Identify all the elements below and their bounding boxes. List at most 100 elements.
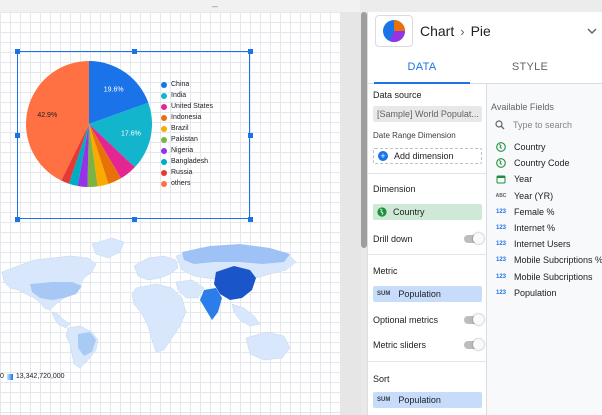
legend-item[interactable]: Bangladesh (161, 156, 213, 167)
dimension-value: Country (393, 207, 425, 217)
legend-item[interactable]: Indonesia (161, 112, 213, 123)
resize-handle[interactable] (131, 49, 137, 54)
europe-shape (133, 255, 179, 281)
metric-label: Metric (373, 266, 398, 276)
metric-sliders-row: Metric sliders (373, 338, 484, 352)
geo-map[interactable] (0, 228, 300, 370)
globe-icon (495, 142, 507, 152)
field-search[interactable]: Type to search (495, 120, 572, 130)
dimension-chip[interactable]: Country (373, 204, 482, 220)
resize-handle[interactable] (131, 217, 137, 222)
divider (368, 173, 486, 174)
legend-label: Russia (171, 169, 193, 176)
legend-item[interactable]: India (161, 90, 213, 101)
legend-item[interactable]: Russia (161, 167, 213, 178)
drill-down-label: Drill down (373, 234, 413, 244)
field-internet-users[interactable]: 123 Internet Users (495, 239, 571, 249)
breadcrumb-parent[interactable]: Chart (420, 23, 454, 39)
field-year-yr[interactable]: ABC Year (YR) (495, 191, 554, 201)
setup-column: Data source [Sample] World Populat... Da… (368, 84, 486, 415)
canvas-margin (340, 12, 362, 415)
number-type-icon: 123 (495, 225, 506, 231)
chevron-down-icon[interactable] (587, 26, 597, 36)
number-type-icon: 123 (495, 273, 506, 280)
field-internet[interactable]: 123 Internet % (495, 223, 555, 233)
field-country[interactable]: Country (495, 142, 546, 152)
resize-handle[interactable] (248, 133, 253, 138)
resize-handle[interactable] (15, 49, 20, 54)
number-type-icon: 123 (495, 208, 506, 215)
resize-handle[interactable] (248, 217, 253, 222)
toolbar-fragment-icon: _ (212, 0, 218, 8)
field-mobile-subcriptions[interactable]: 123 Mobile Subcriptions % (495, 255, 602, 265)
greenland-shape (91, 237, 125, 259)
sum-tag: SUM (377, 397, 391, 403)
data-source-value: [Sample] World Populat... (377, 109, 479, 119)
field-name: Country Code (514, 158, 570, 169)
field-mobile-subcriptions[interactable]: 123 Mobile Subcriptions (495, 272, 593, 282)
sort-chip[interactable]: SUM Population (373, 392, 482, 408)
chart-type-picker[interactable] (375, 15, 413, 47)
pie-data-label: 19.6% (104, 86, 124, 93)
legend-item[interactable]: China (161, 79, 213, 90)
data-source-label: Data source (373, 90, 422, 100)
chevron-right-icon: › (460, 23, 465, 39)
southeast-asia-shape (231, 303, 261, 327)
africa-shape (131, 283, 187, 353)
legend-label: Pakistan (171, 136, 198, 143)
number-type-icon: 123 (495, 241, 506, 248)
pie-chart-selection[interactable]: 19.6% 17.6% 42.9% China India United States I… (17, 51, 250, 219)
toolbar-fragment-icon: ˘ (172, 0, 176, 8)
optional-metrics-toggle[interactable] (464, 314, 484, 325)
sort-value: Population (398, 395, 441, 405)
metric-chip[interactable]: SUM Population (373, 286, 482, 302)
field-name: Year (514, 174, 533, 185)
add-dimension-button[interactable]: + Add dimension (373, 148, 482, 164)
pie-chart-icon (383, 20, 406, 43)
pie-chart[interactable]: 19.6% 17.6% 42.9% (18, 52, 251, 220)
tab-data[interactable]: DATA (368, 56, 476, 84)
legend-label: Brazil (171, 125, 189, 132)
text-type-icon: ABC (495, 192, 507, 199)
field-country-code[interactable]: Country Code (495, 158, 570, 168)
legend-label: Indonesia (171, 114, 202, 121)
legend-item[interactable]: Pakistan (161, 134, 213, 145)
china-shape (214, 266, 256, 300)
legend-label: China (171, 81, 190, 88)
legend-label: others (171, 180, 191, 187)
australia-shape (245, 331, 291, 361)
data-source-chip[interactable]: [Sample] World Populat... (373, 106, 482, 122)
date-range-label: Date Range Dimension (373, 131, 456, 140)
search-icon (495, 120, 505, 130)
india-shape (200, 288, 222, 320)
field-population[interactable]: 123 Population (495, 288, 557, 298)
legend-item[interactable]: others (161, 178, 213, 189)
legend-item[interactable]: Brazil (161, 123, 213, 134)
field-name: Mobile Subcriptions (514, 271, 593, 282)
legend-item[interactable]: United States (161, 101, 213, 112)
drill-down-toggle[interactable] (464, 233, 484, 244)
map-legend-min: 0 (0, 373, 4, 380)
resize-handle[interactable] (15, 133, 20, 138)
legend-swatch (161, 114, 167, 121)
field-search-placeholder[interactable]: Type to search (513, 120, 572, 130)
field-year[interactable]: Year (495, 174, 532, 184)
metric-sliders-toggle[interactable] (464, 339, 484, 350)
middle-east-shape (175, 279, 205, 299)
map-legend-gradient (6, 373, 13, 380)
map-legend-max: 13,342,720,000 (15, 373, 65, 380)
panel-tabs: DATA STYLE (368, 56, 602, 84)
legend-item[interactable]: Nigeria (161, 145, 213, 156)
tab-style[interactable]: STYLE (476, 56, 584, 83)
legend-label: India (171, 92, 187, 99)
number-type-icon: 123 (495, 257, 506, 264)
field-female[interactable]: 123 Female % (495, 207, 555, 217)
sum-tag: SUM (377, 291, 391, 297)
divider (368, 361, 486, 362)
legend-label: Nigeria (171, 147, 194, 154)
resize-handle[interactable] (248, 49, 253, 54)
field-name: Internet % (514, 223, 556, 233)
plus-icon: + (378, 151, 388, 161)
resize-handle[interactable] (15, 217, 20, 222)
available-fields-title: Available Fields (491, 102, 554, 112)
